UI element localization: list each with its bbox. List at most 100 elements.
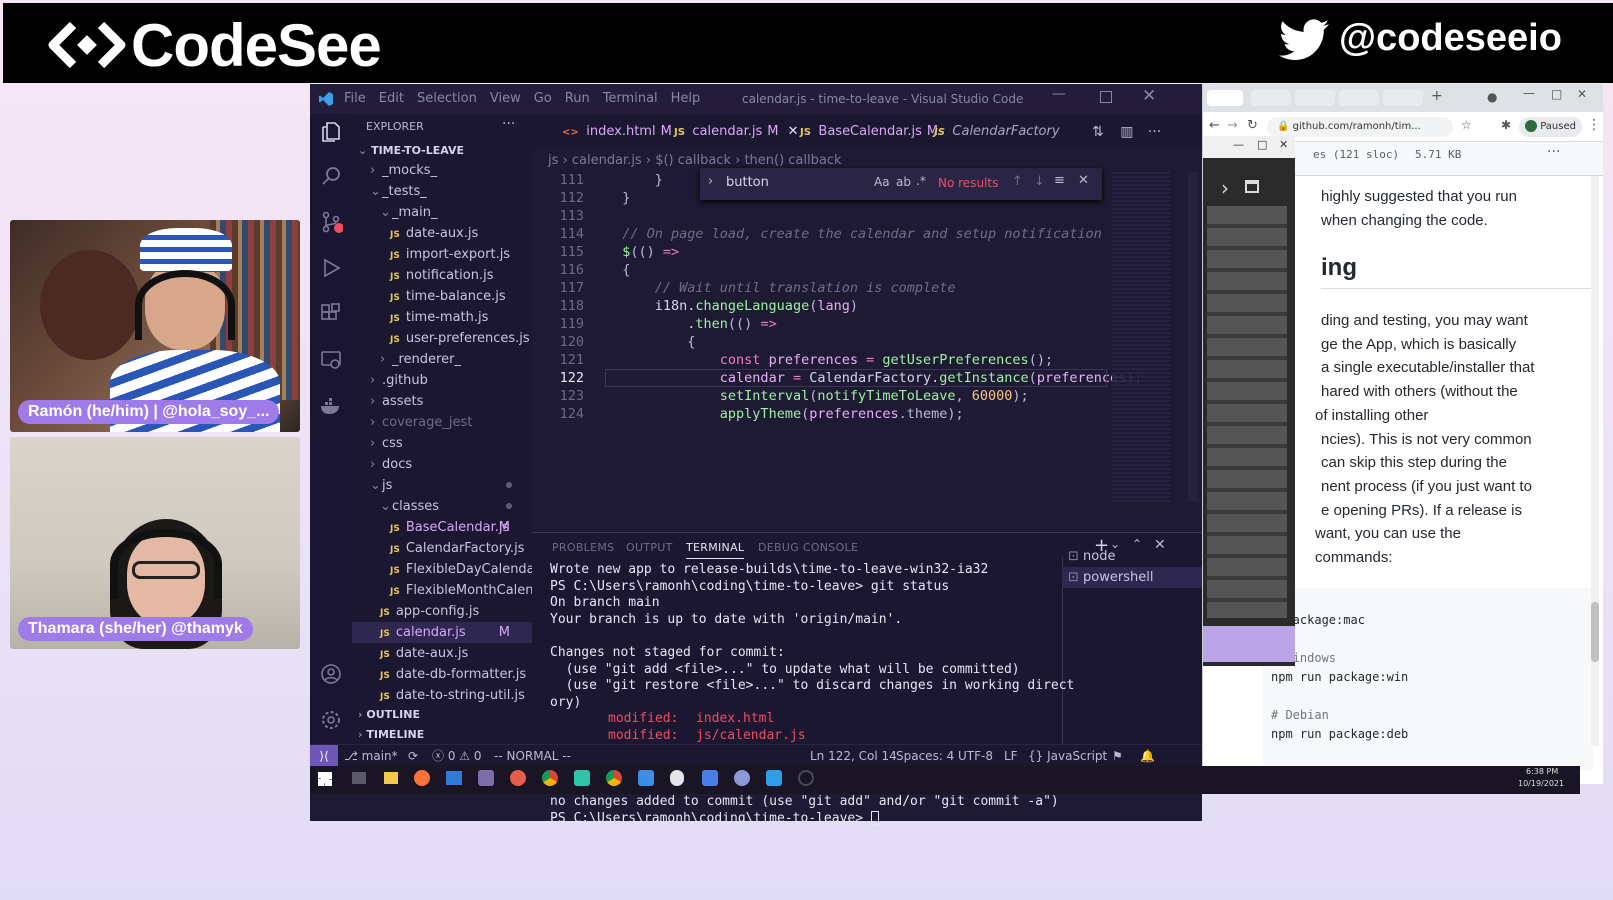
menu-item-file[interactable]: File (344, 91, 366, 106)
tree-file[interactable]: JS notification.js (352, 265, 532, 286)
clock-icon[interactable] (798, 770, 814, 786)
compare-changes-icon[interactable]: ⇅ (1092, 124, 1104, 140)
browser-tab[interactable] (1295, 90, 1335, 106)
minimize-button[interactable]: — (1052, 86, 1066, 102)
vscode-taskbar-icon[interactable] (766, 770, 782, 786)
extensions-icon[interactable]: ✱ (1501, 118, 1511, 132)
app-icon[interactable] (510, 770, 526, 786)
previous-match-icon[interactable]: ↑ (1012, 174, 1023, 189)
taskbar-date[interactable]: 10/19/2021 (1518, 779, 1564, 788)
chevron-right-icon[interactable]: › (708, 174, 713, 189)
tree-folder[interactable]: ⌄js (352, 475, 532, 496)
terminal-instance[interactable]: ⊡ powershell (1062, 567, 1202, 588)
problems-indicator[interactable]: ⓧ 0 ⚠ 0 (432, 745, 482, 767)
split-editor-icon[interactable]: ▥ (1120, 124, 1133, 140)
notifications-icon[interactable]: 🔔 (1140, 745, 1155, 767)
menu-item-edit[interactable]: Edit (379, 91, 404, 106)
maximize-button[interactable] (1100, 91, 1112, 103)
tree-file[interactable]: JS FlexibleMonthCalend... (352, 580, 554, 601)
tree-file[interactable]: JS BaseCalendar.js M (352, 517, 532, 538)
calendar-icon[interactable] (1245, 180, 1259, 193)
remote-explorer-icon[interactable] (319, 348, 343, 372)
app-icon[interactable] (734, 770, 750, 786)
cursor-position[interactable]: Ln 122, Col 14 (810, 745, 897, 767)
terminal-instance[interactable]: ⊡ node (1062, 546, 1202, 567)
find-in-selection-icon[interactable]: ≡ (1054, 173, 1065, 188)
terminal-app-icon[interactable] (352, 772, 366, 784)
timeline-section[interactable]: › TIMELINE (358, 728, 424, 741)
chrome-icon[interactable] (606, 770, 622, 786)
find-input[interactable]: button (726, 175, 769, 190)
whole-word-icon[interactable]: ab (896, 175, 911, 189)
close-find-icon[interactable]: ✕ (1078, 173, 1089, 188)
menu-item-selection[interactable]: Selection (417, 91, 477, 106)
tree-folder[interactable]: › _renderer_ (352, 349, 532, 370)
indentation[interactable]: Spaces: 4 (896, 745, 954, 767)
file-explorer-icon[interactable] (384, 772, 398, 784)
search-icon[interactable] (319, 164, 343, 188)
project-header[interactable]: ⌄ TIME-TO-LEAVE (358, 144, 464, 157)
tree-file[interactable]: JS date-db-formatter.js (352, 664, 532, 685)
app-icon[interactable] (574, 770, 590, 786)
firefox-icon[interactable] (414, 770, 430, 786)
panel-tab[interactable]: DEBUG CONSOLE (758, 541, 858, 554)
new-tab-icon[interactable]: + (1431, 88, 1443, 104)
regex-icon[interactable]: .* (916, 174, 926, 188)
app-icon[interactable] (638, 770, 654, 786)
tab-search-icon[interactable]: ● (1487, 90, 1497, 104)
bookmark-icon[interactable]: ☆ (1461, 118, 1472, 132)
extensions-icon[interactable] (319, 302, 343, 326)
tree-file[interactable]: JS date-aux.js (352, 223, 532, 244)
tree-file[interactable]: JS time-math.js (352, 307, 532, 328)
tree-file[interactable]: JS time-balance.js (352, 286, 532, 307)
branch-indicator[interactable]: ⎇ main* (344, 745, 398, 767)
browser-menu-icon[interactable]: ⋮ (1587, 117, 1601, 133)
maximize-button[interactable]: □ (1257, 138, 1267, 151)
explorer-icon[interactable] (319, 120, 343, 144)
menu-item-view[interactable]: View (490, 91, 521, 106)
close-button[interactable]: ✕ (1577, 87, 1587, 101)
breadcrumb-item[interactable]: $() callback (655, 153, 731, 168)
docker-icon[interactable] (319, 394, 343, 418)
browser-tab[interactable] (1251, 90, 1291, 106)
scrollbar-thumb[interactable] (1591, 602, 1599, 662)
tree-file[interactable]: JS CalendarFactory.js (352, 538, 532, 559)
next-match-icon[interactable]: ↓ (1034, 174, 1045, 189)
app-icon[interactable] (702, 770, 718, 786)
tree-folder[interactable]: ⌄_main_ (352, 202, 532, 223)
match-case-icon[interactable]: Aa (874, 175, 890, 189)
tree-file[interactable]: JS date-aux.js (352, 643, 532, 664)
tree-folder[interactable]: ⌄classes (352, 496, 532, 517)
tree-folder[interactable]: › coverage_jest (352, 412, 532, 433)
file-more-icon[interactable]: ··· (1547, 144, 1560, 160)
editor-tab[interactable]: JS calendar.js M ✕ (674, 114, 800, 150)
browser-tab[interactable] (1339, 90, 1379, 106)
chevron-right-icon[interactable]: › (1221, 176, 1229, 200)
profile-button[interactable]: Paused (1519, 117, 1582, 137)
encoding[interactable]: UTF-8 (958, 745, 993, 767)
back-icon[interactable]: ← (1209, 118, 1220, 133)
remote-indicator[interactable]: ⟩⟨ (310, 745, 338, 767)
eol[interactable]: LF (1004, 745, 1018, 767)
menu-item-run[interactable]: Run (565, 91, 590, 106)
explorer-more-icon[interactable]: ··· (502, 116, 515, 132)
reload-icon[interactable]: ↻ (1247, 118, 1258, 133)
source-control-icon[interactable] (319, 210, 343, 234)
scrollbar[interactable] (1188, 172, 1198, 502)
forward-icon[interactable]: → (1227, 118, 1238, 133)
run-debug-icon[interactable] (319, 256, 343, 280)
panel-tab[interactable]: PROBLEMS (552, 541, 614, 554)
browser-tab[interactable] (1383, 90, 1423, 106)
tree-file[interactable]: JS FlexibleDayCalendar.js (352, 559, 553, 580)
tree-folder[interactable]: › css (352, 433, 532, 454)
close-button[interactable]: ✕ (1279, 138, 1288, 151)
menu-item-go[interactable]: Go (534, 91, 552, 106)
more-actions-icon[interactable]: ··· (1148, 124, 1161, 140)
breadcrumb-item[interactable]: then() callback (744, 153, 841, 168)
sync-icon[interactable]: ⟳ (408, 745, 418, 767)
chrome-icon[interactable] (542, 770, 558, 786)
maximize-button[interactable]: □ (1551, 87, 1562, 101)
minimap[interactable] (1112, 172, 1170, 502)
tree-file[interactable]: JS user-preferences.js (352, 328, 532, 349)
app-icon[interactable] (670, 770, 684, 786)
